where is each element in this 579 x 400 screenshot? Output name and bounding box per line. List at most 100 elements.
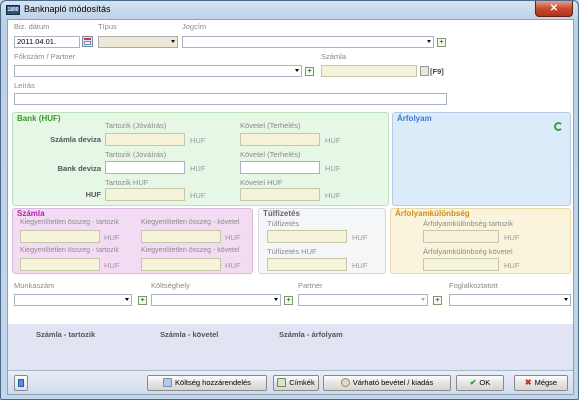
form-body: Biz. dátum 2011.04.01. Típus Jogcím + Fő…: [7, 19, 574, 395]
kiegy-kovetel-field-2: [141, 258, 221, 271]
bank-deviza-kovetel[interactable]: [240, 161, 320, 174]
title-bar[interactable]: 1890 Banknapló módosítás ✕: [1, 1, 578, 19]
bank-tartozik-header: Tartozik (Jóváírás): [105, 150, 167, 159]
chevron-down-icon: [427, 40, 431, 43]
arfolyamkulonbseg-panel-title: Árfolyamkülönbség: [395, 209, 470, 218]
bank-kovetel-header: Követel (Terhelés): [240, 121, 301, 130]
unit-huf: HUF: [225, 261, 241, 270]
szamla-panel: Számla Kiegyenlítetlen összeg - tartozik…: [12, 208, 253, 274]
jogcim-label: Jogcím: [182, 22, 207, 31]
arfkul-tartozik-label: Árfolyamkülönbség tartozik: [423, 219, 514, 228]
tulfizetes-huf-label: Túlfizetés HUF: [267, 247, 317, 256]
leiras-field[interactable]: [14, 93, 447, 105]
arfkul-tartozik-field: [423, 230, 499, 243]
szamla-panel-title: Számla: [17, 209, 45, 218]
chevron-down-icon: [125, 298, 129, 301]
summary-col-arfolyam: Számla - árfolyam: [279, 330, 343, 339]
bank-deviza-tartozik[interactable]: [105, 161, 185, 174]
szamla-deviza-tartozik: [105, 133, 185, 146]
unit-huf: HUF: [190, 164, 206, 173]
huf-tartozik: [105, 188, 185, 201]
arfkul-kovetel-label: Árfolyamkülönbség követel: [423, 247, 513, 256]
f9-shortcut-label: [F9]: [430, 67, 444, 76]
chevron-down-icon: [564, 298, 568, 301]
bank-deviza-label: Bank deviza: [57, 164, 101, 173]
kiegy-tartozik-field: [20, 230, 100, 243]
tipus-select[interactable]: [98, 36, 178, 48]
app-icon: 1890: [6, 5, 20, 15]
munkaszam-select[interactable]: [14, 294, 132, 306]
table-icon: [163, 378, 173, 387]
kiegy-kovetel-label: Kiegyenlítetlen összeg - követel: [141, 219, 240, 226]
arfolyam-panel-title: Árfolyam: [397, 114, 432, 123]
arfkul-kovetel-field: [423, 258, 499, 271]
tulfizetes-field: [267, 230, 347, 243]
close-button[interactable]: ✕: [535, 1, 573, 17]
kiegy-tartozik-field-2: [20, 258, 100, 271]
partner-select[interactable]: [298, 294, 428, 306]
szamla-deviza-label: Számla deviza: [50, 135, 101, 144]
checkmark-icon: ✔: [469, 378, 477, 387]
foglalkoztatott-label: Foglalkoztatott: [449, 281, 498, 290]
refresh-icon[interactable]: [554, 122, 563, 131]
biz-datum-field[interactable]: 2011.04.01.: [14, 36, 80, 48]
chevron-down-icon: [421, 298, 425, 301]
varhato-bevetel-button[interactable]: Várható bevétel / kiadás: [323, 375, 451, 391]
biz-datum-label: Biz. dátum: [14, 22, 50, 31]
kiegy-kovetel-label: Kiegyenlítetlen összeg - követel: [141, 247, 240, 254]
tag-icon: [277, 378, 287, 387]
unit-huf: HUF: [504, 261, 520, 270]
arfolyamkulonbseg-panel: Árfolyamkülönbség Árfolyamkülönbség tart…: [390, 208, 571, 274]
munkaszam-label: Munkaszám: [14, 281, 55, 290]
document-icon[interactable]: [14, 375, 28, 391]
jogcim-select[interactable]: [182, 36, 434, 48]
unit-huf: HUF: [325, 164, 341, 173]
unit-huf: HUF: [325, 191, 341, 200]
kiegy-kovetel-field: [141, 230, 221, 243]
kiegy-tartozik-label: Kiegyenlítetlen összeg - tartozik: [20, 247, 119, 254]
fokszam-select[interactable]: [14, 65, 302, 77]
tulfizetes-panel: Túlfizetés Túlfizetés HUF Túlfizetés HUF…: [258, 208, 386, 274]
szamla-field: [321, 65, 417, 77]
tulfizetes-label: Túlfizetés: [267, 219, 300, 228]
calendar-icon[interactable]: [82, 36, 93, 47]
szamla-deviza-kovetel: [240, 133, 320, 146]
tulfizetes-panel-title: Túlfizetés: [263, 209, 300, 218]
add-icon[interactable]: +: [138, 296, 147, 305]
fokszam-label: Főkszám / Partner: [14, 52, 76, 61]
unit-huf: HUF: [104, 233, 120, 242]
unit-huf: HUF: [325, 136, 341, 145]
add-icon[interactable]: +: [433, 296, 442, 305]
unit-huf: HUF: [352, 233, 368, 242]
koltseghely-select[interactable]: [151, 294, 281, 306]
add-icon[interactable]: +: [284, 296, 293, 305]
chevron-down-icon: [295, 69, 299, 72]
huf-kovetel: [240, 188, 320, 201]
unit-huf: HUF: [352, 261, 368, 270]
unit-huf: HUF: [190, 191, 206, 200]
add-icon[interactable]: +: [437, 38, 446, 47]
bank-kovetel-header: Követel (Terhelés): [240, 150, 301, 159]
chevron-down-icon: [274, 298, 278, 301]
ok-button[interactable]: ✔ OK: [456, 375, 504, 391]
chevron-down-icon: [171, 40, 175, 43]
unit-huf: HUF: [225, 233, 241, 242]
foglalkoztatott-select[interactable]: [449, 294, 571, 306]
button-bar: Költség hozzárendelés Címkék Várható bev…: [8, 370, 573, 394]
szamla-label: Számla: [321, 52, 347, 61]
bank-panel-title: Bank (HUF): [17, 114, 61, 123]
window-title: Banknapló módosítás: [24, 4, 111, 14]
koltseghely-label: Költséghely: [151, 281, 190, 290]
tartozik-huf-header: Tartozik HUF: [105, 178, 149, 187]
koltseg-hozzarendeles-button[interactable]: Költség hozzárendelés: [147, 375, 267, 391]
cimkek-button[interactable]: Címkék: [273, 375, 319, 391]
add-icon[interactable]: +: [305, 67, 314, 76]
summary-band: Számla - tartozik Számla - követel Száml…: [8, 324, 573, 370]
bank-panel: Bank (HUF) Tartozik (Jóváírás) Követel (…: [12, 112, 389, 206]
main-window: 1890 Banknapló módosítás ✕ Biz. dátum 20…: [0, 0, 579, 400]
unit-huf: HUF: [104, 261, 120, 270]
arfolyam-panel: Árfolyam: [392, 112, 571, 206]
megse-button[interactable]: ✖ Mégse: [514, 375, 568, 391]
kiegy-tartozik-label: Kiegyenlítetlen összeg - tartozik: [20, 219, 119, 226]
document-icon[interactable]: [420, 66, 429, 76]
